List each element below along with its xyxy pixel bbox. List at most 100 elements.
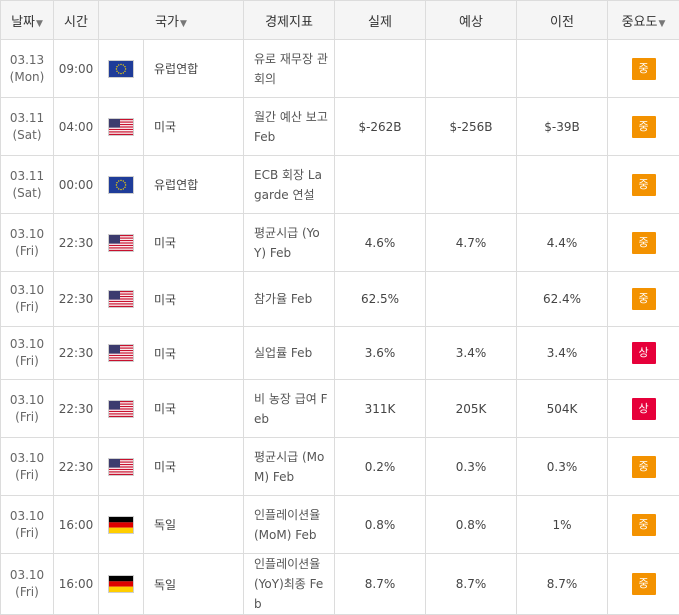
de-flag-icon [108, 575, 134, 593]
previous-header-label: 이전 [550, 15, 574, 30]
indicator-cell[interactable]: 인플레이션율 (YoY)최종 Feb [244, 554, 335, 615]
table-row[interactable]: 03.10(Fri)16:00독일인플레이션율 (MoM) Feb0.8%0.8… [1, 496, 679, 554]
table-row[interactable]: 03.10(Fri)22:30미국실업률 Feb3.6%3.4%3.4%상 [1, 327, 679, 380]
forecast-cell: 205K [426, 380, 517, 438]
flag-cell [99, 380, 144, 438]
indicator-cell[interactable]: 실업률 Feb [244, 327, 335, 380]
time-header-label: 시간 [64, 15, 88, 30]
table-row[interactable]: 03.11(Sat)04:00미국월간 예산 보고 Feb$-262B$-256… [1, 98, 679, 156]
actual-cell: 0.8% [335, 496, 426, 554]
time-cell: 22:30 [54, 214, 99, 272]
importance-cell: 중 [608, 214, 679, 272]
date-value: 03.11 [1, 110, 53, 127]
sort-arrow-icon: ▼ [658, 19, 665, 29]
importance-cell: 중 [608, 40, 679, 98]
actual-cell: 0.2% [335, 438, 426, 496]
previous-cell: 8.7% [517, 554, 608, 615]
country-cell: 미국 [144, 214, 244, 272]
forecast-cell [426, 156, 517, 214]
forecast-cell: 4.7% [426, 214, 517, 272]
flag-cell [99, 438, 144, 496]
indicator-cell[interactable]: 월간 예산 보고 Feb [244, 98, 335, 156]
importance-cell: 중 [608, 98, 679, 156]
table-row[interactable]: 03.10(Fri)22:30미국참가율 Feb62.5%62.4%중 [1, 272, 679, 327]
indicator-column-header: 경제지표 [244, 1, 335, 40]
date-value: 03.10 [1, 450, 53, 467]
day-value: (Fri) [1, 409, 53, 426]
time-cell: 22:30 [54, 272, 99, 327]
day-value: (Fri) [1, 584, 53, 601]
table-row[interactable]: 03.10(Fri)22:30미국평균시급 (YoY) Feb4.6%4.7%4… [1, 214, 679, 272]
actual-cell: $-262B [335, 98, 426, 156]
day-value: (Fri) [1, 243, 53, 260]
importance-badge: 중 [632, 116, 656, 138]
us-flag-icon [108, 290, 134, 308]
table-row[interactable]: 03.10(Fri)22:30미국평균시급 (MoM) Feb0.2%0.3%0… [1, 438, 679, 496]
time-cell: 22:30 [54, 327, 99, 380]
importance-cell: 중 [608, 156, 679, 214]
sort-arrow-icon: ▼ [36, 19, 43, 29]
importance-badge: 중 [632, 514, 656, 536]
previous-cell: 1% [517, 496, 608, 554]
us-flag-icon [108, 400, 134, 418]
flag-cell [99, 554, 144, 615]
previous-cell: 504K [517, 380, 608, 438]
country-cell: 미국 [144, 438, 244, 496]
us-flag-icon [108, 344, 134, 362]
table-row[interactable]: 03.11(Sat)00:00유럽연합ECB 회장 Lagarde 연설중 [1, 156, 679, 214]
indicator-cell[interactable]: 비 농장 급여 Feb [244, 380, 335, 438]
date-value: 03.10 [1, 392, 53, 409]
date-column-header[interactable]: 날짜▼ [1, 1, 54, 40]
forecast-cell: $-256B [426, 98, 517, 156]
importance-badge: 중 [632, 58, 656, 80]
table-row[interactable]: 03.10(Fri)16:00독일인플레이션율 (YoY)최종 Feb8.7%8… [1, 554, 679, 615]
forecast-cell: 0.3% [426, 438, 517, 496]
importance-cell: 중 [608, 554, 679, 615]
previous-cell: $-39B [517, 98, 608, 156]
country-header-label: 국가 [155, 15, 179, 30]
date-value: 03.10 [1, 508, 53, 525]
time-column-header: 시간 [54, 1, 99, 40]
indicator-cell[interactable]: ECB 회장 Lagarde 연설 [244, 156, 335, 214]
day-value: (Fri) [1, 525, 53, 542]
flag-cell [99, 496, 144, 554]
date-value: 03.10 [1, 282, 53, 299]
time-cell: 00:00 [54, 156, 99, 214]
flag-cell [99, 40, 144, 98]
flag-cell [99, 327, 144, 380]
date-value: 03.11 [1, 168, 53, 185]
forecast-cell: 0.8% [426, 496, 517, 554]
table-body: 03.13(Mon)09:00유럽연합유로 재무장 관회의중03.11(Sat)… [1, 40, 679, 615]
table-row[interactable]: 03.10(Fri)22:30미국비 농장 급여 Feb311K205K504K… [1, 380, 679, 438]
forecast-column-header: 예상 [426, 1, 517, 40]
indicator-cell[interactable]: 인플레이션율 (MoM) Feb [244, 496, 335, 554]
economic-calendar-table: 날짜▼ 시간 국가▼ 경제지표 실제 예상 이전 중요도▼ 03.13(Mon)… [0, 0, 679, 615]
day-value: (Fri) [1, 353, 53, 370]
importance-cell: 중 [608, 438, 679, 496]
flag-cell [99, 156, 144, 214]
date-cell: 03.10(Fri) [1, 327, 54, 380]
country-cell: 독일 [144, 554, 244, 615]
importance-cell: 중 [608, 496, 679, 554]
date-cell: 03.13(Mon) [1, 40, 54, 98]
country-cell: 미국 [144, 98, 244, 156]
actual-cell: 4.6% [335, 214, 426, 272]
forecast-cell: 3.4% [426, 327, 517, 380]
indicator-cell[interactable]: 참가율 Feb [244, 272, 335, 327]
date-value: 03.10 [1, 336, 53, 353]
importance-badge: 상 [632, 398, 656, 420]
indicator-cell[interactable]: 평균시급 (YoY) Feb [244, 214, 335, 272]
indicator-cell[interactable]: 평균시급 (MoM) Feb [244, 438, 335, 496]
time-cell: 16:00 [54, 496, 99, 554]
indicator-cell[interactable]: 유로 재무장 관회의 [244, 40, 335, 98]
table-row[interactable]: 03.13(Mon)09:00유럽연합유로 재무장 관회의중 [1, 40, 679, 98]
previous-column-header: 이전 [517, 1, 608, 40]
time-cell: 09:00 [54, 40, 99, 98]
importance-column-header[interactable]: 중요도▼ [608, 1, 679, 40]
importance-cell: 중 [608, 272, 679, 327]
country-cell: 유럽연합 [144, 156, 244, 214]
us-flag-icon [108, 118, 134, 136]
previous-cell: 0.3% [517, 438, 608, 496]
country-column-header[interactable]: 국가▼ [99, 1, 244, 40]
date-cell: 03.10(Fri) [1, 380, 54, 438]
